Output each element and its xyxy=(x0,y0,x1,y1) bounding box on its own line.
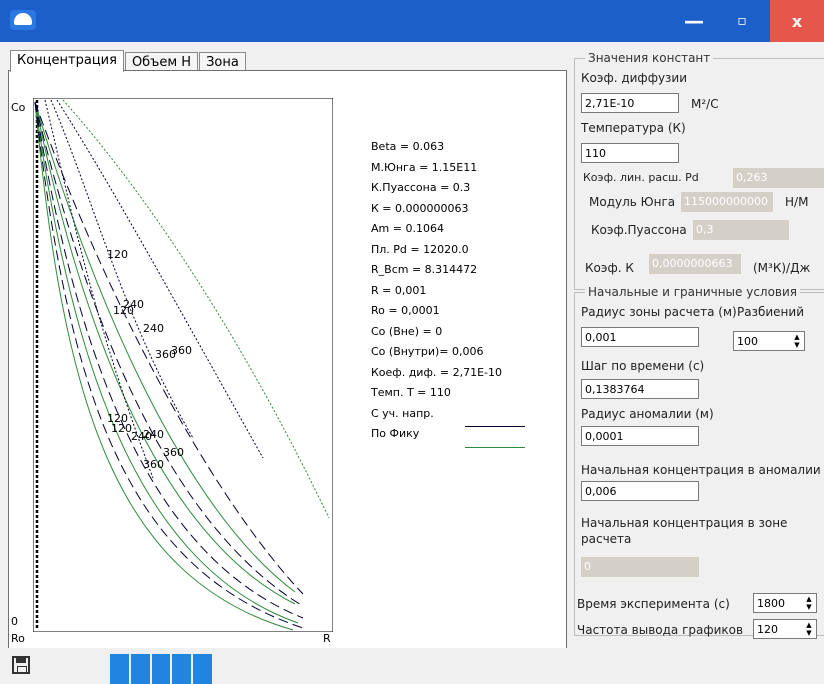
y-top-label: Co xyxy=(11,101,26,114)
k-field: 0,0000000663 xyxy=(649,254,741,274)
k-unit: (М³К)/Дж xyxy=(753,261,811,275)
curve-label-1: 120 xyxy=(107,248,128,261)
dotted-curve-4 xyxy=(62,99,330,519)
tab-concentration[interactable]: Концентрация xyxy=(10,50,124,72)
k-label: Коэф. К xyxy=(585,261,634,275)
curve-label-3: 120 xyxy=(113,304,134,317)
param-row: Beta = 0.063 xyxy=(371,140,445,153)
param-row: Co (Вне) = 0 xyxy=(371,324,443,338)
x-right-label: R xyxy=(323,632,331,645)
status-bar xyxy=(0,648,568,684)
curve-label-6: 360 xyxy=(155,348,176,361)
lin-field: 0,263 xyxy=(733,168,824,188)
progress-block xyxy=(151,654,171,684)
time-spinner[interactable]: 1800 ▲ ▼ xyxy=(753,593,817,613)
progress-block xyxy=(130,654,150,684)
init-anom-label: Начальная концентрация в аномалии xyxy=(581,463,821,477)
init-zone-label: Начальная концентрация в зоне расчета xyxy=(581,516,788,546)
freq-value: 120 xyxy=(757,623,778,636)
save-icon[interactable] xyxy=(12,656,30,674)
maximize-button[interactable]: ▫ xyxy=(718,0,766,42)
conditions-title: Начальные и граничные условия xyxy=(585,285,801,299)
radius-label: Радиус зоны расчета (м) xyxy=(581,305,737,319)
minimize-button[interactable]: — xyxy=(670,0,718,42)
init-zone-field: 0 xyxy=(581,557,699,577)
param-row: Am = 0.1064 xyxy=(371,222,444,235)
legend-stress-label: С уч. напр. xyxy=(371,406,434,420)
parts-label: Разбиений xyxy=(737,305,804,319)
progress-block xyxy=(172,654,192,684)
parts-spinner[interactable]: 100 ▲ ▼ xyxy=(733,331,805,351)
tab-volume-h[interactable]: Объем Н xyxy=(124,52,199,72)
conditions-group: Начальные и граничные условия Радиус зон… xyxy=(574,285,824,639)
param-row: Пл. Pd = 12020.0 xyxy=(371,242,469,256)
progress-block xyxy=(110,654,129,684)
param-row: Co (Внутри)= 0,006 xyxy=(371,345,484,358)
settings-panel: Значения констант Коэф. диффузии 2,71E-1… xyxy=(568,42,824,684)
tab-zone[interactable]: Зона xyxy=(199,52,246,72)
legend-fick-label: По Фику xyxy=(371,427,420,440)
constants-group: Значения констант Коэф. диффузии 2,71E-1… xyxy=(574,51,824,290)
dotted-curve-3 xyxy=(56,99,264,459)
spinner-arrows-icon[interactable]: ▲ ▼ xyxy=(792,333,802,349)
plot-frame xyxy=(33,98,333,632)
young-label: Модуль Юнга xyxy=(589,195,676,209)
fick-curve-1 xyxy=(34,101,294,631)
anom-label: Радиус аномалии (м) xyxy=(581,407,714,421)
plot-area: Co 0 Ro R 120 240 120 240 360 360 120 12… xyxy=(8,70,567,650)
freq-label: Частота вывода графиков xyxy=(577,623,744,637)
curve-label-4: 240 xyxy=(143,322,164,335)
step-label: Шаг по времени (с) xyxy=(581,359,705,373)
x-left-label: Ro xyxy=(11,632,25,645)
y-bottom-label: 0 xyxy=(11,615,18,628)
fick-curve-2 xyxy=(34,101,299,624)
legend-fick-line xyxy=(465,447,525,448)
spinner-arrows-icon[interactable]: ▲ ▼ xyxy=(804,621,814,637)
poisson-field: 0,3 xyxy=(693,220,789,240)
param-row: R_Bcm = 8.314472 xyxy=(371,263,478,276)
freq-spinner[interactable]: 120 ▲ ▼ xyxy=(753,619,817,639)
time-label: Время эксперимента (с) xyxy=(577,597,730,611)
anom-input[interactable]: 0,0001 xyxy=(581,426,699,446)
param-row: Темп. T = 110 xyxy=(371,386,451,399)
app-icon xyxy=(10,10,36,30)
close-button[interactable]: x xyxy=(770,0,824,42)
curve-label-12: 360 xyxy=(143,458,164,471)
param-row: К = 0.000000063 xyxy=(371,201,469,215)
young-field: 115000000000 xyxy=(681,192,773,212)
diff-unit: М²/С xyxy=(691,97,719,111)
dotted-curve-1 xyxy=(44,99,154,479)
temp-label: Температура (К) xyxy=(581,121,686,135)
temp-input[interactable]: 110 xyxy=(581,143,679,163)
param-row: Ro = 0,0001 xyxy=(371,304,440,317)
param-row: R = 0,001 xyxy=(371,283,427,297)
diff-label: Коэф. диффузии xyxy=(581,71,688,85)
init-anom-input[interactable]: 0,006 xyxy=(581,481,699,501)
progress-block xyxy=(193,654,212,684)
param-row: К.Пуассона = 0.3 xyxy=(371,181,471,194)
stress-curve-1 xyxy=(34,101,304,629)
curve-label-11: 360 xyxy=(163,446,184,459)
curve-label-10: 240 xyxy=(143,428,164,441)
param-row: М.Юнга = 1.15E11 xyxy=(371,160,478,174)
params-list: Beta = 0.063 М.Юнга = 1.15E11 К.Пуассона… xyxy=(371,137,502,445)
constants-title: Значения констант xyxy=(585,51,714,65)
legend-stress-line xyxy=(465,426,525,427)
radius-input[interactable]: 0,001 xyxy=(581,327,699,347)
step-input[interactable]: 0,1383764 xyxy=(581,379,699,399)
concentration-graph: 120 240 120 240 360 360 120 120 240 240 … xyxy=(33,98,333,632)
diff-input[interactable]: 2,71E-10 xyxy=(581,93,679,113)
param-row: Коеф. диф. = 2,71E-10 xyxy=(371,365,502,379)
parts-value: 100 xyxy=(737,335,758,348)
curve-label-8: 120 xyxy=(111,422,132,435)
spinner-arrows-icon[interactable]: ▲ ▼ xyxy=(804,595,814,611)
young-unit: Н/М xyxy=(785,195,809,209)
lin-label: Коэф. лин. расш. Pd xyxy=(583,171,699,184)
poisson-label: Коэф.Пуассона xyxy=(591,223,687,237)
title-bar: — ▫ x xyxy=(0,0,824,42)
dotted-curve-2 xyxy=(50,99,194,439)
time-value: 1800 xyxy=(757,597,785,610)
progress-bar xyxy=(110,654,212,684)
